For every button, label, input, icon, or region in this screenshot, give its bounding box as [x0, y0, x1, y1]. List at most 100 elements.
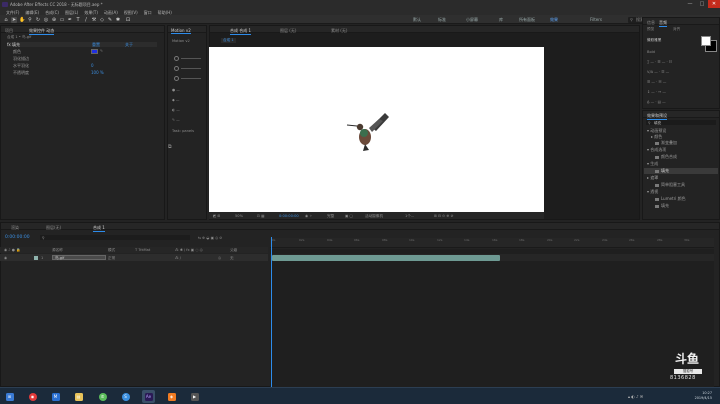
effects-list-item-selected[interactable]: 填充 — [644, 168, 718, 174]
menu-help[interactable]: 帮助(H) — [155, 8, 175, 15]
color-swatch[interactable] — [91, 49, 98, 54]
effects-search-input[interactable]: ⚲ 填充 — [646, 120, 716, 125]
knob-2[interactable] — [174, 66, 179, 71]
tab-align[interactable]: 对齐 — [673, 27, 680, 32]
kerning-field[interactable]: V/A — · ☲ — — [647, 70, 669, 74]
effects-list-item[interactable]: 填充 — [655, 203, 669, 209]
start-button[interactable]: ⊞ — [3, 390, 16, 403]
workspace-standard[interactable]: 标准 — [438, 17, 446, 23]
time-ruler[interactable]: 0s 02s 04s 06s 08s 10s 12s 14s 16s 18s 2… — [270, 238, 714, 248]
eyedropper-icon[interactable]: ✎ — [100, 49, 103, 53]
pen-tool-icon[interactable]: ✒ — [67, 17, 73, 23]
effect-reset-link[interactable]: 重置 — [92, 42, 100, 48]
roto-brush-tool-icon[interactable]: ✎ — [107, 17, 113, 23]
tab-effects-presets[interactable]: 效果和预设 — [647, 113, 667, 120]
tracking-field[interactable]: ↕ — · ↔ — — [647, 90, 666, 94]
menu-edit[interactable]: 编辑(E) — [22, 8, 42, 15]
slider-2[interactable] — [181, 68, 201, 69]
taskbar-app-after-effects[interactable]: Ae — [142, 390, 155, 403]
maximize-button[interactable]: □ — [696, 0, 708, 8]
clone-stamp-tool-icon[interactable]: ⚒ — [91, 17, 97, 23]
tab-effect-controls[interactable]: 效果控件 动态 — [29, 28, 55, 35]
tab-render-queue[interactable]: 渲染 — [11, 225, 19, 231]
workspace-all-panels[interactable]: 所有面板 — [519, 17, 535, 23]
tab-preview[interactable]: 预览 — [647, 27, 654, 32]
slider-1[interactable] — [181, 58, 201, 59]
playhead[interactable] — [271, 237, 272, 387]
timeline-switch-icons[interactable]: ⇆ ⊕ ◒ ▣ ◎ ⊘ — [198, 236, 222, 240]
snapping-icon[interactable]: ⊡ — [125, 17, 131, 23]
eraser-tool-icon[interactable]: ◇ — [99, 17, 105, 23]
taskbar-clock[interactable]: 10:27 2019/4/15 — [695, 391, 712, 400]
timeline-search-input[interactable]: ⚲ — [40, 235, 190, 240]
layer-parent-dropdown[interactable]: 无 — [230, 256, 234, 261]
tab-comp-1[interactable]: 合成 1 — [93, 225, 105, 232]
trkmat-header[interactable]: T TrkMat — [135, 248, 150, 252]
views-dropdown[interactable]: 1个... — [405, 214, 414, 219]
rotate-tool-icon[interactable]: ↻ — [35, 17, 41, 23]
layer-label-color[interactable] — [34, 255, 38, 260]
transparency-grid-icon[interactable]: ▣ ▢ — [345, 214, 353, 218]
tab-info[interactable]: 信息 — [647, 20, 655, 26]
viewer-render-icon[interactable]: ◩ ⊞ — [213, 214, 221, 218]
motion-option-2[interactable]: ◆ — — [172, 98, 180, 102]
tray-icons[interactable]: ▴ ◐ ♪ ✉ — [628, 394, 643, 399]
composition-breadcrumb[interactable]: 合成 1 — [221, 38, 236, 43]
layer-row[interactable]: ◉ 1 鸟.gif 正常 ⁂ / ◎ 无 — [0, 254, 268, 261]
composition-canvas[interactable] — [209, 47, 544, 212]
hand-tool-icon[interactable]: ✋ — [19, 17, 25, 23]
source-name-header[interactable]: 源名称 — [52, 248, 63, 253]
tab-layer[interactable]: 图层 (无) — [280, 28, 296, 34]
taskbar-app-mail[interactable]: M — [49, 390, 62, 403]
tab-motion-v2[interactable]: Motion v2 — [171, 28, 191, 34]
menu-window[interactable]: 窗口 — [141, 8, 155, 15]
layer-switches[interactable]: ⁂ / — [175, 256, 181, 260]
timeline-track-area[interactable] — [270, 249, 714, 387]
camera-tool-icon[interactable]: ◎ — [43, 17, 49, 23]
layer-duration-bar[interactable] — [272, 255, 500, 261]
mode-header[interactable]: 模式 — [108, 248, 115, 253]
snapshot-icon[interactable]: ◉ ✧ — [305, 214, 312, 218]
taskbar-app-chat[interactable]: ✆ — [96, 390, 109, 403]
close-button[interactable]: ✕ — [708, 0, 720, 8]
effects-list-item[interactable]: 颜色合成 — [655, 154, 677, 160]
menu-composition[interactable]: 合成(C) — [42, 8, 62, 15]
resolution-dropdown[interactable]: 完整 — [327, 214, 334, 219]
workspace-filters[interactable]: Filters — [590, 17, 602, 22]
region-icon[interactable]: ⊡ ▦ — [257, 214, 265, 218]
taskbar-app-media[interactable]: ▶ — [188, 390, 201, 403]
workspace-library[interactable]: 库 — [499, 17, 503, 23]
tab-footage[interactable]: 素材 (无) — [331, 28, 347, 34]
effect-row-fill[interactable]: fx 填充 重置 关于 — [7, 42, 157, 47]
workspace-effects[interactable]: 效果 — [550, 17, 558, 23]
parent-pickwhip-icon[interactable]: ◎ — [218, 256, 221, 260]
opacity-value[interactable]: 100 % — [91, 70, 104, 75]
font-size-field[interactable]: T̲ — · ☰ — · ☷ — [647, 60, 672, 64]
timeline-timecode[interactable]: 0:00:00:00 — [5, 235, 30, 240]
zoom-tool-icon[interactable]: ⚲ — [27, 17, 33, 23]
tab-composition[interactable]: 合成 合成 1 — [230, 28, 252, 35]
taskbar-app-explorer[interactable]: ▤ — [72, 390, 85, 403]
fill-color-swatch[interactable] — [701, 36, 711, 46]
effects-list-item[interactable]: ▾ 生成 — [647, 161, 658, 167]
minimize-button[interactable]: — — [684, 0, 696, 8]
pan-behind-tool-icon[interactable]: ⊕ — [51, 17, 57, 23]
effects-list-item[interactable]: ▸ 遮罩 — [647, 175, 658, 181]
brush-tool-icon[interactable]: / — [83, 17, 89, 23]
effect-about-link[interactable]: 关于 — [125, 42, 133, 48]
workspace-small-screen[interactable]: 小屏幕 — [466, 17, 478, 23]
taskbar-app-browser[interactable]: ◉ — [26, 390, 39, 403]
tab-layer-none[interactable]: 图层(无) — [46, 225, 61, 231]
viewer-extra-icons[interactable]: ⊞ ⊟ ⊙ ⊕ ⊘ — [434, 214, 454, 218]
effects-list-item[interactable]: 简单阻塞工具 — [655, 182, 685, 188]
camera-dropdown[interactable]: 活动摄像机 — [365, 214, 383, 219]
effects-list-item[interactable]: ▾ 合成选项 — [647, 147, 666, 153]
knob-1[interactable] — [174, 56, 179, 61]
motion-option-4[interactable]: ✎ — — [172, 118, 180, 122]
puppet-tool-icon[interactable]: ✱ — [115, 17, 121, 23]
feather-value[interactable]: 0 — [91, 63, 94, 68]
effects-list-item[interactable]: ▾ 透视 — [647, 189, 658, 195]
parent-header[interactable]: 父级 — [230, 248, 237, 253]
menu-view[interactable]: 视图(V) — [121, 8, 141, 15]
link-icon[interactable]: ⧉ — [168, 144, 172, 150]
